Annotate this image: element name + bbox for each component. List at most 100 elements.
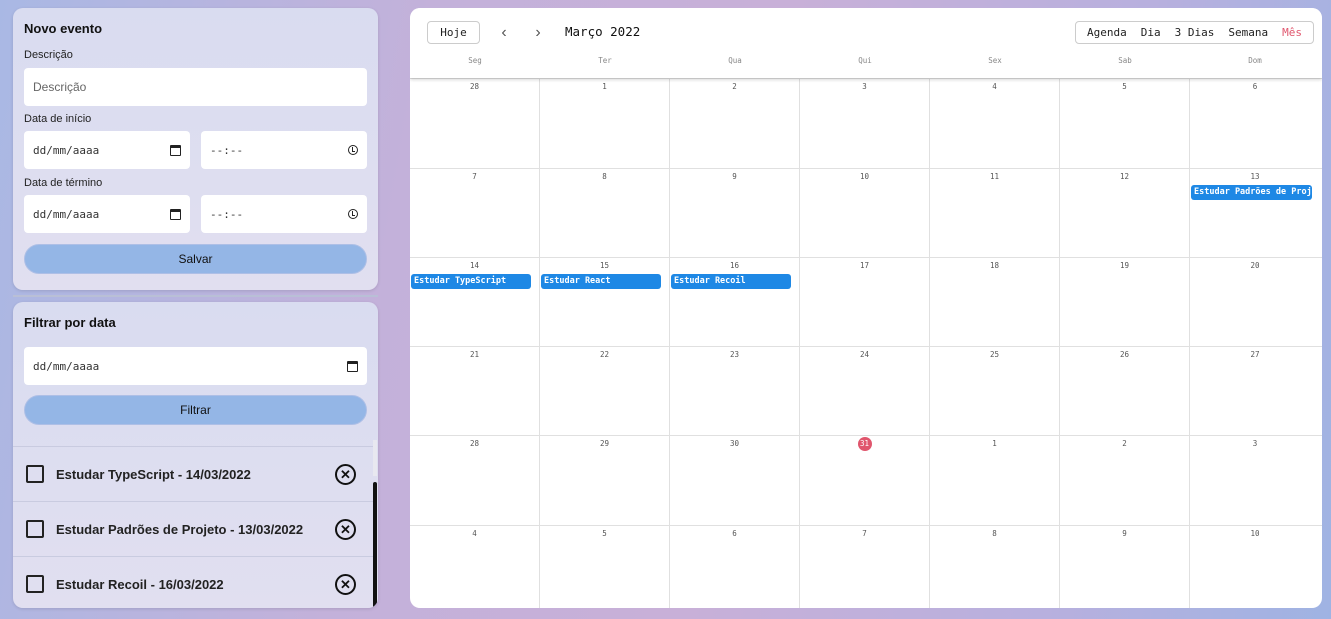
calendar-event[interactable]: Estudar Padrões de Projeto [1191, 185, 1312, 200]
day-cell[interactable]: 11 [930, 169, 1060, 257]
day-cell[interactable]: 16 Estudar Recoil [670, 258, 800, 346]
day-cell[interactable]: 12 [1060, 169, 1190, 257]
day-cell[interactable]: 24 [800, 347, 930, 435]
end-date-placeholder: dd/mm/aaaa [33, 207, 100, 221]
weekday-label: Sab [1118, 56, 1132, 65]
end-time-placeholder: --:-- [210, 207, 244, 221]
scrollbar-thumb[interactable] [373, 482, 377, 608]
day-cell[interactable]: 13 Estudar Padrões de Projeto [1190, 169, 1320, 257]
list-item: Estudar TypeScript - 14/03/2022 ✕ [13, 446, 373, 501]
day-cell[interactable]: 27 [1190, 347, 1320, 435]
day-cell[interactable]: 4 [410, 526, 540, 608]
start-date-input[interactable]: dd/mm/aaaa [24, 131, 190, 169]
calendar-icon[interactable] [347, 360, 358, 372]
day-cell[interactable]: 7 [800, 526, 930, 608]
day-cell[interactable]: 31 [800, 436, 930, 525]
description-label: Descrição [24, 49, 73, 61]
week-row: 14 Estudar TypeScript 15 Estudar React 16 Est… [410, 257, 1322, 346]
clock-icon[interactable] [348, 209, 358, 219]
view-3days[interactable]: 3 Dias [1168, 26, 1222, 39]
day-cell[interactable]: 1 [540, 79, 670, 168]
start-time-input[interactable]: --:-- [201, 131, 367, 169]
remove-icon[interactable]: ✕ [335, 463, 356, 485]
day-cell[interactable]: 28 [410, 79, 540, 168]
day-cell[interactable]: 8 [540, 169, 670, 257]
day-cell[interactable]: 17 [800, 258, 930, 346]
day-number: 3 [862, 82, 867, 91]
day-number: 8 [602, 172, 607, 181]
filter-button[interactable]: Filtrar [24, 395, 367, 425]
day-cell[interactable]: 3 [1190, 436, 1320, 525]
start-date-placeholder: dd/mm/aaaa [33, 143, 100, 157]
calendar-icon[interactable] [170, 208, 181, 220]
day-number: 1 [602, 82, 607, 91]
todo-checkbox[interactable] [26, 465, 44, 483]
weekday-label: Ter [598, 56, 612, 65]
day-number: 22 [599, 350, 610, 359]
filter-date-input[interactable]: dd/mm/aaaa [24, 347, 367, 385]
day-cell[interactable]: 5 [540, 526, 670, 608]
end-date-input[interactable]: dd/mm/aaaa [24, 195, 190, 233]
calendar-event[interactable]: Estudar React [541, 274, 661, 289]
day-number: 5 [1122, 82, 1127, 91]
calendar: Hoje ‹ › Março 2022 Agenda Dia 3 Dias Se… [410, 8, 1322, 608]
remove-icon[interactable]: ✕ [335, 573, 356, 595]
todo-checkbox[interactable] [26, 575, 44, 593]
view-week[interactable]: Semana [1221, 26, 1275, 39]
day-cell[interactable]: 7 [410, 169, 540, 257]
day-cell[interactable]: 14 Estudar TypeScript [410, 258, 540, 346]
filter-panel: Filtrar por data dd/mm/aaaa Filtrar Estu… [13, 302, 378, 608]
calendar-event[interactable]: Estudar TypeScript [411, 274, 531, 289]
view-month[interactable]: Mês [1275, 26, 1309, 39]
day-cell[interactable]: 2 [1060, 436, 1190, 525]
day-cell[interactable]: 2 [670, 79, 800, 168]
save-button[interactable]: Salvar [24, 244, 367, 274]
todo-scrollbar[interactable] [373, 440, 378, 608]
view-agenda[interactable]: Agenda [1080, 26, 1134, 39]
remove-icon[interactable]: ✕ [335, 518, 356, 540]
chevron-right-icon[interactable]: › [528, 21, 548, 44]
day-number: 2 [1122, 439, 1127, 448]
today-button[interactable]: Hoje [427, 21, 480, 44]
day-cell[interactable]: 18 [930, 258, 1060, 346]
day-cell[interactable]: 15 Estudar React [540, 258, 670, 346]
day-cell[interactable]: 8 [930, 526, 1060, 608]
day-cell[interactable]: 30 [670, 436, 800, 525]
calendar-icon[interactable] [170, 144, 181, 156]
calendar-event[interactable]: Estudar Recoil [671, 274, 791, 289]
day-cell[interactable]: 25 [930, 347, 1060, 435]
day-cell[interactable]: 20 [1190, 258, 1320, 346]
chevron-left-icon[interactable]: ‹ [494, 21, 514, 44]
day-cell[interactable]: 22 [540, 347, 670, 435]
day-cell[interactable]: 1 [930, 436, 1060, 525]
list-item: Estudar Padrões de Projeto - 13/03/2022 … [13, 501, 373, 556]
day-cell[interactable]: 29 [540, 436, 670, 525]
clock-icon[interactable] [348, 145, 358, 155]
day-number: 18 [989, 261, 1000, 270]
day-cell[interactable]: 6 [1190, 79, 1320, 168]
view-day[interactable]: Dia [1134, 26, 1168, 39]
day-cell[interactable]: 4 [930, 79, 1060, 168]
day-cell[interactable]: 19 [1060, 258, 1190, 346]
day-number: 26 [1119, 350, 1130, 359]
day-cell[interactable]: 10 [1190, 526, 1320, 608]
day-cell[interactable]: 9 [670, 169, 800, 257]
day-cell[interactable]: 10 [800, 169, 930, 257]
day-number: 7 [862, 529, 867, 538]
day-cell[interactable]: 28 [410, 436, 540, 525]
day-cell[interactable]: 21 [410, 347, 540, 435]
day-number: 6 [1252, 82, 1258, 91]
day-cell[interactable]: 6 [670, 526, 800, 608]
day-cell[interactable]: 26 [1060, 347, 1190, 435]
day-cell[interactable]: 9 [1060, 526, 1190, 608]
day-number: 15 [599, 261, 610, 270]
description-input[interactable]: Descrição [24, 68, 367, 106]
day-cell[interactable]: 5 [1060, 79, 1190, 168]
panel-divider [13, 295, 378, 297]
todo-checkbox[interactable] [26, 520, 44, 538]
day-number: 28 [469, 439, 480, 448]
day-cell[interactable]: 3 [800, 79, 930, 168]
scrollbar-track [373, 440, 377, 476]
end-time-input[interactable]: --:-- [201, 195, 367, 233]
day-cell[interactable]: 23 [670, 347, 800, 435]
